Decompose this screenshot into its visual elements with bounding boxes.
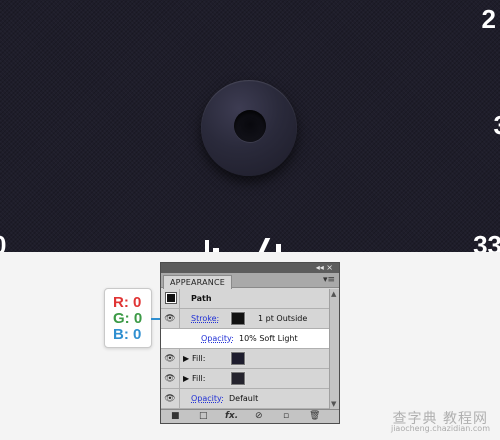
- row-fill-2[interactable]: 👁 ▶ Fill:: [161, 369, 329, 389]
- fill-1-label: Fill:: [192, 354, 206, 363]
- row-path[interactable]: Path: [161, 289, 329, 309]
- ruler-tick: [276, 244, 281, 252]
- expand-triangle-icon[interactable]: ▶: [183, 369, 189, 389]
- row-opacity[interactable]: 👁 Opacity: Default: [161, 389, 329, 409]
- row-stroke[interactable]: 👁 Stroke: 1 pt Outside: [161, 309, 329, 329]
- rgb-green-value: G: 0: [113, 310, 143, 327]
- ruler-number-mid-right: 3: [494, 112, 500, 138]
- knob-artwork: [201, 80, 297, 176]
- rgb-red-value: R: 0: [113, 294, 142, 311]
- ruler-tick: [258, 238, 271, 252]
- artwork-canvas: 2 3 0 33: [0, 0, 500, 252]
- panel-menu-icon[interactable]: ▾≡: [323, 275, 335, 286]
- stroke-opacity-link[interactable]: Opacity:: [201, 329, 234, 349]
- path-thumbnail-icon: [165, 292, 177, 304]
- visibility-eye-icon[interactable]: 👁: [161, 389, 180, 408]
- rgb-color-callout: R: 0 G: 0 B: 0: [104, 288, 152, 348]
- knob-hole: [234, 110, 266, 142]
- expand-triangle-icon[interactable]: ▶: [183, 349, 189, 369]
- panel-collapse-icon[interactable]: ◂◂ ×: [316, 263, 333, 273]
- row-stroke-opacity[interactable]: Opacity: 10% Soft Light: [161, 329, 329, 349]
- stroke-color-swatch[interactable]: [230, 311, 246, 326]
- empty-eye-cell: [161, 329, 180, 348]
- fill-2-color-swatch[interactable]: [230, 371, 246, 386]
- new-art-basic-appearance-icon[interactable]: ■: [171, 410, 180, 423]
- row-fill-1[interactable]: 👁 ▶ Fill:: [161, 349, 329, 369]
- visibility-eye-icon[interactable]: 👁: [161, 349, 180, 368]
- appearance-rows: Path 👁 Stroke: 1 pt Outside Opacity: 10%…: [161, 289, 329, 409]
- panel-bottom-toolbar: ■ □ fx. ⊘ ▫ 🗑: [161, 409, 339, 423]
- duplicate-item-icon[interactable]: ▫: [283, 410, 289, 423]
- panel-tab-bar: APPEARANCE ▾≡: [161, 273, 339, 289]
- stroke-link[interactable]: Stroke:: [191, 309, 219, 329]
- scroll-down-icon[interactable]: ▼: [331, 400, 336, 408]
- tab-appearance[interactable]: APPEARANCE: [163, 275, 232, 289]
- ruler-number-bottom-right: 33: [473, 230, 500, 252]
- ruler-tick: [205, 240, 209, 252]
- panel-scrollbar[interactable]: ▲ ▼: [329, 289, 339, 409]
- ruler-number-top-right: 2: [481, 4, 496, 34]
- no-symbol-icon[interactable]: ⊘: [255, 410, 263, 423]
- watermark-url: jiaocheng.chazidian.com: [390, 424, 490, 433]
- opacity-link[interactable]: Opacity:: [191, 389, 224, 409]
- ruler-tick: [213, 248, 219, 252]
- panel-titlebar[interactable]: ◂◂ ×: [161, 263, 339, 273]
- path-thumbnail-cell: [161, 289, 180, 308]
- appearance-panel: ◂◂ × APPEARANCE ▾≡ Path 👁 Stroke: 1 pt O…: [160, 262, 340, 424]
- scroll-up-icon[interactable]: ▲: [331, 290, 336, 298]
- fill-1-color-swatch[interactable]: [230, 351, 246, 366]
- visibility-eye-icon[interactable]: 👁: [161, 309, 180, 328]
- rgb-blue-value: B: 0: [113, 326, 142, 343]
- path-label: Path: [191, 294, 212, 303]
- ruler-number-bottom-left: 0: [0, 232, 6, 252]
- clear-appearance-icon[interactable]: □: [199, 410, 208, 423]
- visibility-eye-icon[interactable]: 👁: [161, 369, 180, 388]
- stroke-weight-value: 1 pt Outside: [258, 314, 308, 323]
- opacity-value: Default: [229, 394, 259, 403]
- fill-2-label: Fill:: [192, 374, 206, 383]
- fx-effect-icon[interactable]: fx.: [225, 410, 238, 423]
- stroke-opacity-value: 10% Soft Light: [239, 334, 298, 343]
- trash-icon[interactable]: 🗑: [309, 410, 320, 423]
